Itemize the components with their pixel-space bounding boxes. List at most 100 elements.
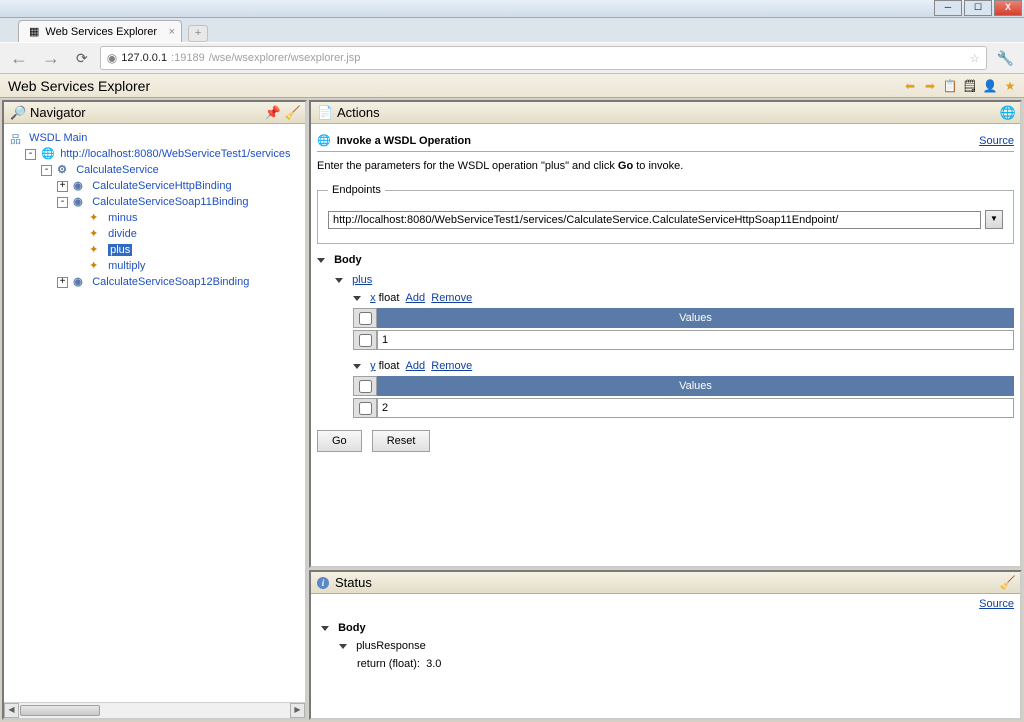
actions-header: 📄 Actions 🌐 bbox=[311, 102, 1020, 124]
endpoints-legend: Endpoints bbox=[328, 184, 385, 196]
browser-tab[interactable]: ▦ Web Services Explorer × bbox=[18, 20, 182, 42]
nav-back-icon[interactable]: ⬅ bbox=[902, 78, 918, 94]
tree-op-multiply[interactable]: multiply bbox=[108, 260, 145, 272]
tool-icon-2[interactable]: 👤 bbox=[982, 78, 998, 94]
param-toggle-icon[interactable] bbox=[353, 296, 361, 301]
binding-icon: ◉ bbox=[73, 195, 87, 209]
service-url-icon: 🌐 bbox=[41, 147, 55, 161]
param-y-value-input[interactable] bbox=[377, 398, 1014, 418]
status-panel: i Status 🧹 Source Body plusResponse bbox=[309, 570, 1022, 720]
tab-title: Web Services Explorer bbox=[45, 26, 157, 38]
actions-title: Actions bbox=[337, 105, 380, 120]
url-port: :19189 bbox=[171, 52, 205, 64]
param-y-name[interactable]: y bbox=[370, 360, 376, 372]
param-x-values-header: Values bbox=[353, 308, 1014, 328]
new-tab-button[interactable]: + bbox=[188, 25, 208, 42]
param-x-value-input[interactable] bbox=[377, 330, 1014, 350]
navigator-hscrollbar[interactable]: ◀ ▶ bbox=[4, 702, 305, 718]
go-button[interactable]: Go bbox=[317, 430, 362, 452]
status-body-toggle-icon[interactable] bbox=[321, 626, 329, 631]
param-x-name[interactable]: x bbox=[370, 292, 376, 304]
tree-expander[interactable]: - bbox=[57, 197, 68, 208]
scroll-left-arrow[interactable]: ◀ bbox=[4, 703, 19, 718]
operation-name-link[interactable]: plus bbox=[352, 274, 372, 286]
instructions-go-word: Go bbox=[618, 160, 633, 172]
tool-icon-1[interactable]: 🗒 bbox=[962, 78, 978, 94]
window-minimize-button[interactable]: ─ bbox=[934, 0, 962, 16]
back-button[interactable]: ← bbox=[6, 46, 32, 71]
window-close-button[interactable]: X bbox=[994, 0, 1022, 16]
param-y-row-checkbox[interactable] bbox=[359, 402, 372, 415]
status-response-toggle-icon[interactable] bbox=[339, 644, 347, 649]
scroll-right-arrow[interactable]: ▶ bbox=[290, 703, 305, 718]
param-x-add-link[interactable]: Add bbox=[406, 292, 426, 304]
invoke-title: Invoke a WSDL Operation bbox=[337, 135, 471, 147]
status-source-link[interactable]: Source bbox=[979, 598, 1014, 610]
status-clear-icon[interactable]: 🧹 bbox=[1000, 575, 1016, 591]
url-host: 127.0.0.1 bbox=[121, 52, 167, 64]
binding-icon: ◉ bbox=[73, 275, 87, 289]
favorite-star-icon[interactable]: ★ bbox=[1002, 78, 1018, 94]
actions-source-link[interactable]: Source bbox=[979, 135, 1014, 147]
endpoint-input[interactable] bbox=[328, 211, 981, 229]
status-return-value: 3.0 bbox=[426, 658, 441, 670]
tree-expander[interactable]: + bbox=[57, 181, 68, 192]
nav-forward-icon[interactable]: ➡ bbox=[922, 78, 938, 94]
url-bar[interactable]: ◉ 127.0.0.1:19189/wse/wsexplorer/wsexplo… bbox=[100, 46, 987, 70]
tree-wsdl-main[interactable]: WSDL Main bbox=[29, 132, 87, 144]
param-x-row-checkbox[interactable] bbox=[359, 334, 372, 347]
navigator-header: 🔎 Navigator 📌 🧹 bbox=[4, 102, 305, 124]
param-x-type: float bbox=[379, 292, 400, 304]
tree-calculate-service[interactable]: CalculateService bbox=[76, 164, 159, 176]
instructions-text-post: to invoke. bbox=[633, 160, 683, 172]
tree-soap11-binding[interactable]: CalculateServiceSoap11Binding bbox=[92, 196, 248, 208]
tree-service-url[interactable]: http://localhost:8080/WebServiceTest1/se… bbox=[60, 148, 290, 160]
tree-expander[interactable]: + bbox=[57, 277, 68, 288]
pin-icon[interactable]: 📌 bbox=[265, 105, 281, 121]
window-maximize-button[interactable]: ☐ bbox=[964, 0, 992, 16]
instructions-text-pre: Enter the parameters for the WSDL operat… bbox=[317, 160, 618, 172]
status-body: Source Body plusResponse return (float):… bbox=[311, 594, 1020, 718]
navigator-title: Navigator bbox=[30, 105, 86, 120]
copy-icon[interactable]: 📋 bbox=[942, 78, 958, 94]
clear-icon[interactable]: 🧹 bbox=[285, 105, 301, 121]
forward-button[interactable]: → bbox=[38, 46, 64, 71]
reload-button[interactable]: ⟳ bbox=[70, 48, 94, 69]
operation-toggle-icon[interactable] bbox=[335, 278, 343, 283]
operation-icon: ✦ bbox=[89, 227, 103, 241]
tab-close-icon[interactable]: × bbox=[169, 26, 175, 38]
tree-op-minus[interactable]: minus bbox=[108, 212, 137, 224]
param-y-values-header: Values bbox=[353, 376, 1014, 396]
param-y-remove-link[interactable]: Remove bbox=[431, 360, 472, 372]
operation-icon: ✦ bbox=[89, 243, 103, 257]
wrench-menu-icon[interactable]: 🔧 bbox=[993, 50, 1018, 67]
binding-icon: ◉ bbox=[73, 179, 87, 193]
actions-tool-icon[interactable]: 🌐 bbox=[1000, 105, 1016, 121]
param-x-header-checkbox[interactable] bbox=[359, 312, 372, 325]
param-x-remove-link[interactable]: Remove bbox=[431, 292, 472, 304]
app-header: Web Services Explorer ⬅ ➡ 📋 🗒 👤 ★ bbox=[0, 74, 1024, 98]
tree-expander[interactable]: - bbox=[41, 165, 52, 176]
param-y-header-checkbox[interactable] bbox=[359, 380, 372, 393]
tree-op-plus[interactable]: plus bbox=[108, 244, 132, 256]
actions-body: 🌐 Invoke a WSDL Operation Source Enter t… bbox=[311, 124, 1020, 566]
operation-icon: ✦ bbox=[89, 211, 103, 225]
bookmark-star-icon[interactable]: ☆ bbox=[970, 52, 980, 65]
scroll-thumb[interactable] bbox=[20, 705, 100, 716]
navigator-panel: 🔎 Navigator 📌 🧹 品 WSDL Main - 🌐 http://l… bbox=[2, 100, 307, 720]
tree-soap12-binding[interactable]: CalculateServiceSoap12Binding bbox=[92, 276, 249, 288]
navigator-tree: 品 WSDL Main - 🌐 http://localhost:8080/We… bbox=[4, 124, 305, 702]
tree-http-binding[interactable]: CalculateServiceHttpBinding bbox=[92, 180, 231, 192]
param-toggle-icon[interactable] bbox=[353, 364, 361, 369]
endpoint-dropdown-button[interactable]: ▼ bbox=[985, 210, 1003, 229]
reset-button[interactable]: Reset bbox=[372, 430, 431, 452]
status-body-label: Body bbox=[338, 622, 366, 634]
status-return-label: return (float): bbox=[357, 658, 420, 670]
param-x-values-title: Values bbox=[377, 308, 1014, 328]
param-y-add-link[interactable]: Add bbox=[406, 360, 426, 372]
body-label: Body bbox=[334, 254, 362, 266]
navigator-icon: 🔎 bbox=[10, 106, 24, 120]
body-toggle-icon[interactable] bbox=[317, 258, 325, 263]
tree-op-divide[interactable]: divide bbox=[108, 228, 137, 240]
tree-expander[interactable]: - bbox=[25, 149, 36, 160]
